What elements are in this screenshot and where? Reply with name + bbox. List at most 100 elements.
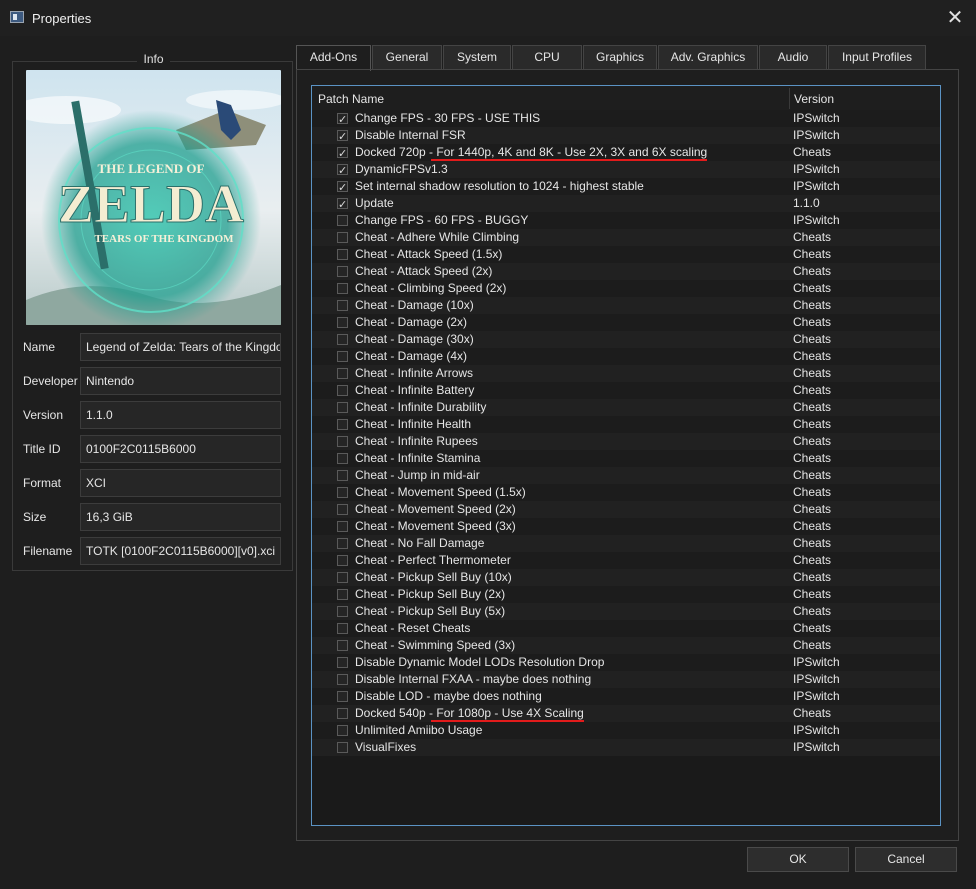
column-header-patch-name[interactable]: Patch Name bbox=[318, 92, 384, 106]
patch-checkbox[interactable] bbox=[337, 504, 348, 515]
table-row[interactable]: Cheat - No Fall Damage Cheats bbox=[312, 535, 940, 552]
column-divider[interactable] bbox=[789, 88, 790, 109]
developer-field[interactable]: Nintendo bbox=[80, 367, 281, 395]
table-row[interactable]: Change FPS - 60 FPS - BUGGY IPSwitch bbox=[312, 212, 940, 229]
patch-checkbox[interactable] bbox=[337, 145, 348, 162]
table-row[interactable]: Cheat - Reset Cheats Cheats bbox=[312, 620, 940, 637]
tab-general[interactable]: General bbox=[372, 45, 442, 69]
patch-checkbox[interactable] bbox=[337, 402, 348, 413]
patch-checkbox[interactable] bbox=[337, 674, 348, 685]
patch-checkbox[interactable] bbox=[337, 640, 348, 651]
table-row[interactable]: Cheat - Movement Speed (2x) Cheats bbox=[312, 501, 940, 518]
table-row[interactable]: Disable LOD - maybe does nothing IPSwitch bbox=[312, 688, 940, 705]
table-row[interactable]: Cheat - Jump in mid-air Cheats bbox=[312, 467, 940, 484]
table-row[interactable]: Cheat - Damage (30x) Cheats bbox=[312, 331, 940, 348]
format-field[interactable]: XCI bbox=[80, 469, 281, 497]
patch-checkbox[interactable] bbox=[337, 317, 348, 328]
patch-checkbox[interactable] bbox=[337, 742, 348, 753]
patch-checkbox[interactable] bbox=[337, 436, 348, 447]
patch-checkbox[interactable] bbox=[337, 606, 348, 617]
table-row[interactable]: Disable Internal FSR IPSwitch bbox=[312, 127, 940, 145]
patch-checkbox[interactable] bbox=[337, 111, 348, 128]
size-field[interactable]: 16,3 GiB bbox=[80, 503, 281, 531]
table-row[interactable]: Cheat - Infinite Health Cheats bbox=[312, 416, 940, 433]
table-row[interactable]: Cheat - Infinite Arrows Cheats bbox=[312, 365, 940, 382]
tab-audio[interactable]: Audio bbox=[759, 45, 827, 69]
patch-checkbox[interactable] bbox=[337, 179, 348, 196]
patch-checkbox[interactable] bbox=[337, 385, 348, 396]
patch-checkbox[interactable] bbox=[337, 283, 348, 294]
patch-checkbox[interactable] bbox=[337, 470, 348, 481]
table-row[interactable]: Cheat - Damage (10x) Cheats bbox=[312, 297, 940, 314]
patch-checkbox[interactable] bbox=[337, 162, 348, 179]
table-row[interactable]: Cheat - Infinite Durability Cheats bbox=[312, 399, 940, 416]
table-row[interactable]: DynamicFPSv1.3 IPSwitch bbox=[312, 161, 940, 179]
patch-checkbox[interactable] bbox=[337, 300, 348, 311]
filename-field[interactable]: TOTK [0100F2C0115B6000][v0].xci bbox=[80, 537, 281, 565]
tab-system[interactable]: System bbox=[443, 45, 511, 69]
table-row[interactable]: Cheat - Infinite Rupees Cheats bbox=[312, 433, 940, 450]
table-row[interactable]: VisualFixes IPSwitch bbox=[312, 739, 940, 756]
patch-checkbox[interactable] bbox=[337, 368, 348, 379]
patch-checkbox[interactable] bbox=[337, 249, 348, 260]
table-row[interactable]: Disable Internal FXAA - maybe does nothi… bbox=[312, 671, 940, 688]
table-row[interactable]: Cheat - Infinite Stamina Cheats bbox=[312, 450, 940, 467]
table-row[interactable]: Cheat - Climbing Speed (2x) Cheats bbox=[312, 280, 940, 297]
patch-checkbox[interactable] bbox=[337, 334, 348, 345]
close-icon[interactable]: ✕ bbox=[940, 4, 970, 32]
table-row[interactable]: Unlimited Amiibo Usage IPSwitch bbox=[312, 722, 940, 739]
patch-checkbox[interactable] bbox=[337, 623, 348, 634]
patch-checkbox[interactable] bbox=[337, 657, 348, 668]
patch-checkbox[interactable] bbox=[337, 555, 348, 566]
patch-checkbox[interactable] bbox=[337, 196, 348, 213]
table-row[interactable]: Cheat - Adhere While Climbing Cheats bbox=[312, 229, 940, 246]
patch-checkbox[interactable] bbox=[337, 572, 348, 583]
patch-checkbox[interactable] bbox=[337, 232, 348, 243]
column-header-version[interactable]: Version bbox=[794, 92, 834, 106]
patch-checkbox[interactable] bbox=[337, 266, 348, 277]
tab-add-ons[interactable]: Add-Ons bbox=[296, 45, 371, 71]
table-row[interactable]: Cheat - Attack Speed (1.5x) Cheats bbox=[312, 246, 940, 263]
table-row[interactable]: Cheat - Movement Speed (3x) Cheats bbox=[312, 518, 940, 535]
tab-graphics[interactable]: Graphics bbox=[583, 45, 657, 69]
patch-checkbox[interactable] bbox=[337, 538, 348, 549]
table-row[interactable]: Cheat - Swimming Speed (3x) Cheats bbox=[312, 637, 940, 654]
tab-cpu[interactable]: CPU bbox=[512, 45, 582, 69]
patch-checkbox[interactable] bbox=[337, 453, 348, 464]
patch-checkbox[interactable] bbox=[337, 521, 348, 532]
patch-checkbox[interactable] bbox=[337, 725, 348, 736]
table-row[interactable]: Cheat - Movement Speed (1.5x) Cheats bbox=[312, 484, 940, 501]
table-row[interactable]: Docked 720p - For 1440p, 4K and 8K - Use… bbox=[312, 144, 940, 162]
ok-button[interactable]: OK bbox=[747, 847, 849, 872]
version-field[interactable]: 1.1.0 bbox=[80, 401, 281, 429]
title-id-field[interactable]: 0100F2C0115B6000 bbox=[80, 435, 281, 463]
table-row[interactable]: Cheat - Pickup Sell Buy (5x) Cheats bbox=[312, 603, 940, 620]
field-name: Name Legend of Zelda: Tears of the Kingd… bbox=[23, 333, 283, 361]
table-row[interactable]: Cheat - Infinite Battery Cheats bbox=[312, 382, 940, 399]
table-row[interactable]: Cheat - Pickup Sell Buy (2x) Cheats bbox=[312, 586, 940, 603]
table-row[interactable]: Cheat - Perfect Thermometer Cheats bbox=[312, 552, 940, 569]
patch-checkbox[interactable] bbox=[337, 351, 348, 362]
patch-table[interactable]: Patch Name Version Change FPS - 30 FPS -… bbox=[311, 85, 941, 826]
patch-checkbox[interactable] bbox=[337, 215, 348, 226]
table-row[interactable]: Cheat - Attack Speed (2x) Cheats bbox=[312, 263, 940, 280]
table-row[interactable]: Set internal shadow resolution to 1024 -… bbox=[312, 178, 940, 196]
patch-checkbox[interactable] bbox=[337, 128, 348, 145]
patch-version: Cheats bbox=[793, 417, 832, 431]
tab-input-profiles[interactable]: Input Profiles bbox=[828, 45, 926, 69]
patch-checkbox[interactable] bbox=[337, 708, 348, 719]
table-row[interactable]: Cheat - Pickup Sell Buy (10x) Cheats bbox=[312, 569, 940, 586]
table-row[interactable]: Docked 540p - For 1080p - Use 4X Scaling… bbox=[312, 705, 940, 722]
tab-adv-graphics[interactable]: Adv. Graphics bbox=[658, 45, 758, 69]
patch-checkbox[interactable] bbox=[337, 691, 348, 702]
patch-checkbox[interactable] bbox=[337, 589, 348, 600]
table-row[interactable]: Update 1.1.0 bbox=[312, 195, 940, 213]
name-field[interactable]: Legend of Zelda: Tears of the Kingdom bbox=[80, 333, 281, 361]
table-row[interactable]: Cheat - Damage (4x) Cheats bbox=[312, 348, 940, 365]
cancel-button[interactable]: Cancel bbox=[855, 847, 957, 872]
table-row[interactable]: Change FPS - 30 FPS - USE THIS IPSwitch bbox=[312, 110, 940, 128]
patch-checkbox[interactable] bbox=[337, 419, 348, 430]
table-row[interactable]: Cheat - Damage (2x) Cheats bbox=[312, 314, 940, 331]
table-row[interactable]: Disable Dynamic Model LODs Resolution Dr… bbox=[312, 654, 940, 671]
patch-checkbox[interactable] bbox=[337, 487, 348, 498]
